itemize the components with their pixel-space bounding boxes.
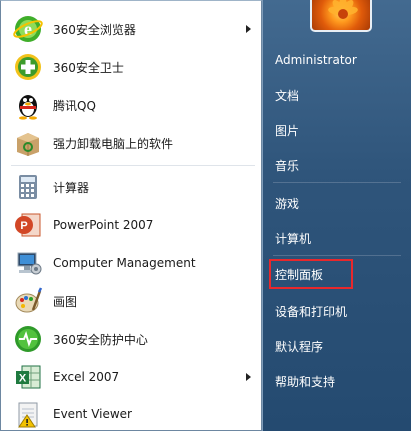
program-item-uninstaller[interactable]: 强力卸载电脑上的软件 [5, 125, 259, 161]
program-item-360-safeguard[interactable]: 360安全卫士 [5, 49, 259, 85]
places-label: 帮助和支持 [275, 374, 336, 389]
paint-palette-icon [12, 285, 44, 317]
program-label: Event Viewer [53, 407, 132, 421]
program-label: 腾讯QQ [53, 98, 96, 113]
program-item-event-viewer[interactable]: Event Viewer [5, 396, 259, 431]
places-label: 音乐 [275, 158, 300, 173]
program-item-excel[interactable]: X Excel 2007 [5, 359, 259, 395]
recycle-box-icon [12, 127, 44, 159]
places-item-music[interactable]: 音乐 [271, 152, 405, 178]
penguin-icon [12, 89, 44, 121]
powerpoint-icon: P [12, 209, 44, 241]
program-label: 360安全卫士 [53, 60, 124, 75]
places-item-computer[interactable]: 计算机 [271, 225, 405, 251]
program-label: Computer Management [53, 256, 196, 270]
program-label: 计算器 [53, 180, 90, 195]
places-label: 计算机 [275, 231, 312, 246]
flower-icon [328, 0, 358, 19]
excel-icon: X [12, 361, 44, 393]
places-pane: Administrator 文档 图片 音乐 游戏 计算机 控制面板 设备和打印… [262, 0, 411, 431]
places-item-devices-printers[interactable]: 设备和打印机 [271, 298, 405, 324]
user-picture[interactable] [310, 0, 372, 32]
program-item-360-protection-center[interactable]: 360安全防护中心 [5, 321, 259, 357]
program-item-calculator[interactable]: 计算器 [5, 169, 259, 205]
svg-text:P: P [20, 220, 27, 232]
program-item-360-browser[interactable]: e 360安全浏览器 [5, 11, 259, 47]
divider [273, 182, 401, 183]
places-label: 控制面板 [275, 267, 324, 282]
shield-plus-icon [12, 51, 44, 83]
places-label: 游戏 [275, 196, 300, 211]
program-item-powerpoint[interactable]: P PowerPoint 2007 [5, 207, 259, 243]
program-label: 360安全浏览器 [53, 22, 136, 37]
places-label: 图片 [275, 123, 300, 138]
ie-browser-icon: e [12, 13, 44, 45]
program-label: PowerPoint 2007 [53, 218, 154, 232]
places-item-administrator[interactable]: Administrator [271, 47, 405, 73]
program-item-computer-management[interactable]: Computer Management [5, 245, 259, 281]
program-label: 画图 [53, 294, 78, 309]
submenu-arrow-icon[interactable] [246, 373, 251, 381]
places-label: 默认程序 [275, 339, 324, 354]
start-menu: e 360安全浏览器 360安全卫士 腾讯QQ 强力卸载电脑上的软件 计算器 P… [0, 0, 411, 431]
program-label: Excel 2007 [53, 370, 120, 384]
places-item-games[interactable]: 游戏 [271, 190, 405, 216]
places-label: 文档 [275, 88, 300, 103]
places-item-documents[interactable]: 文档 [271, 82, 405, 108]
divider [273, 255, 401, 256]
program-item-paint[interactable]: 画图 [5, 283, 259, 319]
places-label: Administrator [275, 53, 357, 67]
program-label: 360安全防护中心 [53, 332, 148, 347]
places-item-default-programs[interactable]: 默认程序 [271, 333, 405, 359]
calculator-icon [12, 171, 44, 203]
divider [11, 165, 255, 166]
heartbeat-shield-icon [12, 323, 44, 355]
submenu-arrow-icon[interactable] [246, 25, 251, 33]
places-item-pictures[interactable]: 图片 [271, 117, 405, 143]
svg-text:X: X [19, 373, 27, 385]
places-item-control-panel[interactable]: 控制面板 [269, 259, 353, 289]
program-item-qq[interactable]: 腾讯QQ [5, 87, 259, 123]
places-label: 设备和打印机 [275, 304, 348, 319]
program-label: 强力卸载电脑上的软件 [53, 136, 174, 151]
places-item-help-support[interactable]: 帮助和支持 [271, 368, 405, 394]
computer-management-icon [12, 247, 44, 279]
event-viewer-icon [12, 398, 44, 430]
programs-pane: e 360安全浏览器 360安全卫士 腾讯QQ 强力卸载电脑上的软件 计算器 P… [0, 0, 262, 431]
